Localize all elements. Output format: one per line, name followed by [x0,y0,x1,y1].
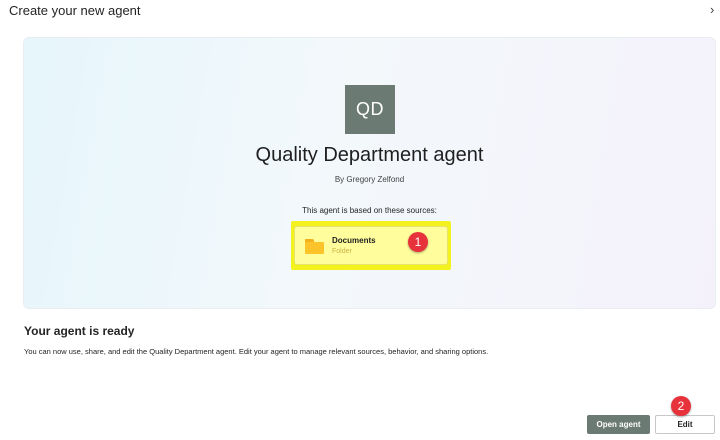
close-icon[interactable]: › [710,2,720,17]
open-agent-button[interactable]: Open agent [587,415,650,434]
ready-title: Your agent is ready [24,324,135,338]
annotation-badge-1: 1 [408,232,428,252]
folder-icon [305,239,324,254]
source-type: Folder [332,248,352,255]
edit-button[interactable]: Edit [655,415,715,434]
dialog-title: Create your new agent [9,3,141,18]
agent-name: Quality Department agent [255,144,484,166]
ready-description: You can now use, share, and edit the Qua… [24,347,489,356]
agent-author: By Gregory Zelfond [334,175,405,184]
agent-avatar: QD [345,85,395,134]
sources-label: This agent is based on these sources: [302,206,437,215]
annotation-badge-2: 2 [671,396,691,416]
agent-hero-card: QD Quality Department agent By Gregory Z… [23,37,716,309]
source-name: Documents [332,236,376,245]
